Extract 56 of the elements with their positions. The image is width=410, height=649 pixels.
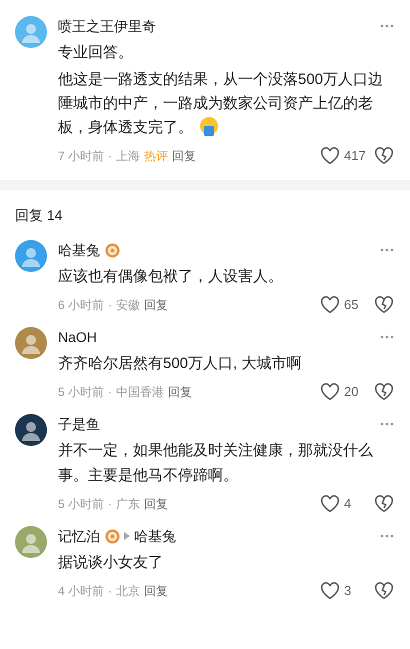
hot-tag: 热评 <box>144 146 168 166</box>
comment-location: 上海 <box>116 148 140 165</box>
comment-text: 他这是一路透支的结果，从一个没落500万人口边陲城市的中产，一路成为数家公司资产上亿的老板，身体透支完了。 <box>58 68 394 140</box>
heart-icon[interactable] <box>320 582 340 600</box>
reply-link[interactable]: 回复 <box>172 146 196 166</box>
broken-heart-icon[interactable] <box>374 383 394 401</box>
like-count: 4 <box>344 495 352 513</box>
heart-icon[interactable] <box>320 296 340 314</box>
like-count: 3 <box>344 582 352 600</box>
separator-dot: · <box>108 384 112 401</box>
author-name[interactable]: 记忆泊 <box>58 524 100 548</box>
broken-heart-icon[interactable] <box>374 582 394 600</box>
comment-location: 广东 <box>116 496 140 513</box>
separator-dot: · <box>108 496 112 513</box>
reply-link[interactable]: 回复 <box>144 295 168 315</box>
comment-time: 7 小时前 <box>58 148 104 165</box>
more-icon[interactable] <box>380 24 394 28</box>
comment-location: 安徽 <box>116 297 140 314</box>
avatar[interactable] <box>15 414 47 446</box>
broken-heart-icon[interactable] <box>374 296 394 314</box>
comment-text: 据说谈小女友了 <box>58 553 164 573</box>
comment-time: 5 小时前 <box>58 496 104 513</box>
comment-time: 6 小时前 <box>58 297 104 314</box>
more-icon[interactable] <box>380 335 394 339</box>
heart-icon[interactable] <box>320 147 340 165</box>
comment-text: 应该也有偶像包袱了，人设害人。 <box>58 267 284 287</box>
more-icon[interactable] <box>380 534 394 538</box>
comment-time: 5 小时前 <box>58 384 104 401</box>
broken-heart-icon[interactable] <box>374 147 394 165</box>
author-name[interactable]: 子是鱼 <box>58 412 100 436</box>
comment-text: 专业回答。 <box>58 43 134 63</box>
reply-link[interactable]: 回复 <box>144 581 168 601</box>
more-icon[interactable] <box>380 422 394 426</box>
comment-location: 中国香港 <box>116 384 164 401</box>
broken-heart-icon[interactable] <box>374 495 394 513</box>
separator-dot: · <box>108 297 112 314</box>
reply-target-name[interactable]: 哈基兔 <box>134 524 176 548</box>
heart-icon[interactable] <box>320 383 340 401</box>
author-name[interactable]: 哈基兔 <box>58 238 100 262</box>
replies-header: 回复 14 <box>14 206 64 225</box>
comment-time: 4 小时前 <box>58 583 104 600</box>
author-name[interactable]: NaOH <box>58 325 97 349</box>
author-name[interactable]: 喷王之王伊里奇 <box>58 14 156 38</box>
triangle-icon <box>124 532 130 540</box>
like-count: 65 <box>344 296 360 314</box>
separator-dot: · <box>108 583 112 600</box>
separator-dot: · <box>108 148 112 165</box>
reply-link[interactable]: 回复 <box>144 494 168 514</box>
like-count: 20 <box>344 383 360 401</box>
reply-link[interactable]: 回复 <box>168 382 192 402</box>
more-icon[interactable] <box>380 248 394 252</box>
comment-location: 北京 <box>116 583 140 600</box>
heart-icon[interactable] <box>320 495 340 513</box>
comment-text: 齐齐哈尔居然有500万人口, 大城市啊 <box>58 354 302 374</box>
like-count: 417 <box>344 147 367 165</box>
comment-text: 并不一定，如果他能及时关注健康，那就没什么事。主要是他马不停蹄啊。 <box>58 441 374 486</box>
